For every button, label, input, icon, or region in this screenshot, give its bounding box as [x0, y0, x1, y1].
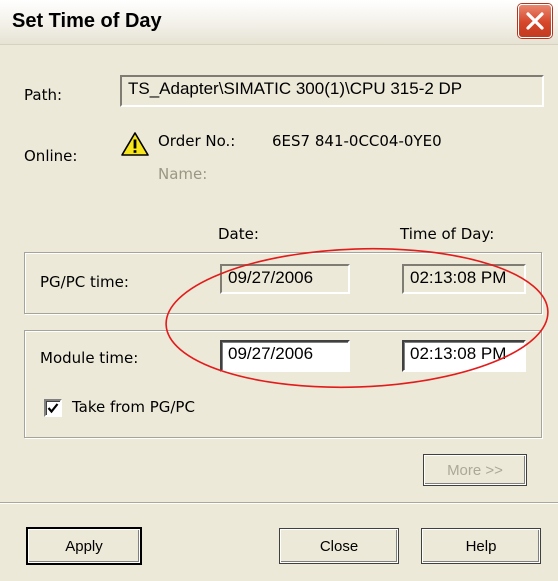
- order-number-label: Order No.:: [158, 132, 236, 150]
- name-label: Name:: [158, 165, 208, 183]
- close-button[interactable]: Close: [279, 528, 399, 564]
- title-bar[interactable]: Set Time of Day: [0, 0, 558, 45]
- close-icon: [526, 12, 544, 30]
- date-column-header: Date:: [218, 225, 259, 243]
- order-number-value: 6ES7 841-0CC04-0YE0: [272, 132, 442, 150]
- path-field: TS_Adapter\SIMATIC 300(1)\CPU 315-2 DP: [120, 75, 544, 107]
- online-label: Online:: [24, 147, 78, 165]
- time-column-header: Time of Day:: [400, 225, 495, 243]
- take-from-pgpc-label[interactable]: Take from PG/PC: [72, 398, 195, 416]
- take-from-pgpc-checkbox[interactable]: [44, 399, 62, 417]
- warning-icon: [121, 132, 149, 156]
- module-time-label: Module time:: [40, 349, 139, 367]
- pgpc-date-field: 09/27/2006: [220, 264, 350, 294]
- module-date-input[interactable]: 09/27/2006: [220, 340, 350, 372]
- window-title: Set Time of Day: [12, 10, 162, 32]
- more-button[interactable]: More >>: [423, 454, 527, 486]
- checkmark-icon: [47, 403, 59, 414]
- help-button[interactable]: Help: [421, 528, 541, 564]
- pgpc-time-label: PG/PC time:: [40, 273, 129, 291]
- dialog-divider: [0, 502, 558, 504]
- path-label: Path:: [24, 86, 63, 104]
- pgpc-time-field: 02:13:08 PM: [402, 264, 526, 294]
- close-window-button[interactable]: [518, 4, 552, 38]
- module-time-input[interactable]: 02:13:08 PM: [402, 340, 526, 372]
- apply-button[interactable]: Apply: [26, 527, 142, 565]
